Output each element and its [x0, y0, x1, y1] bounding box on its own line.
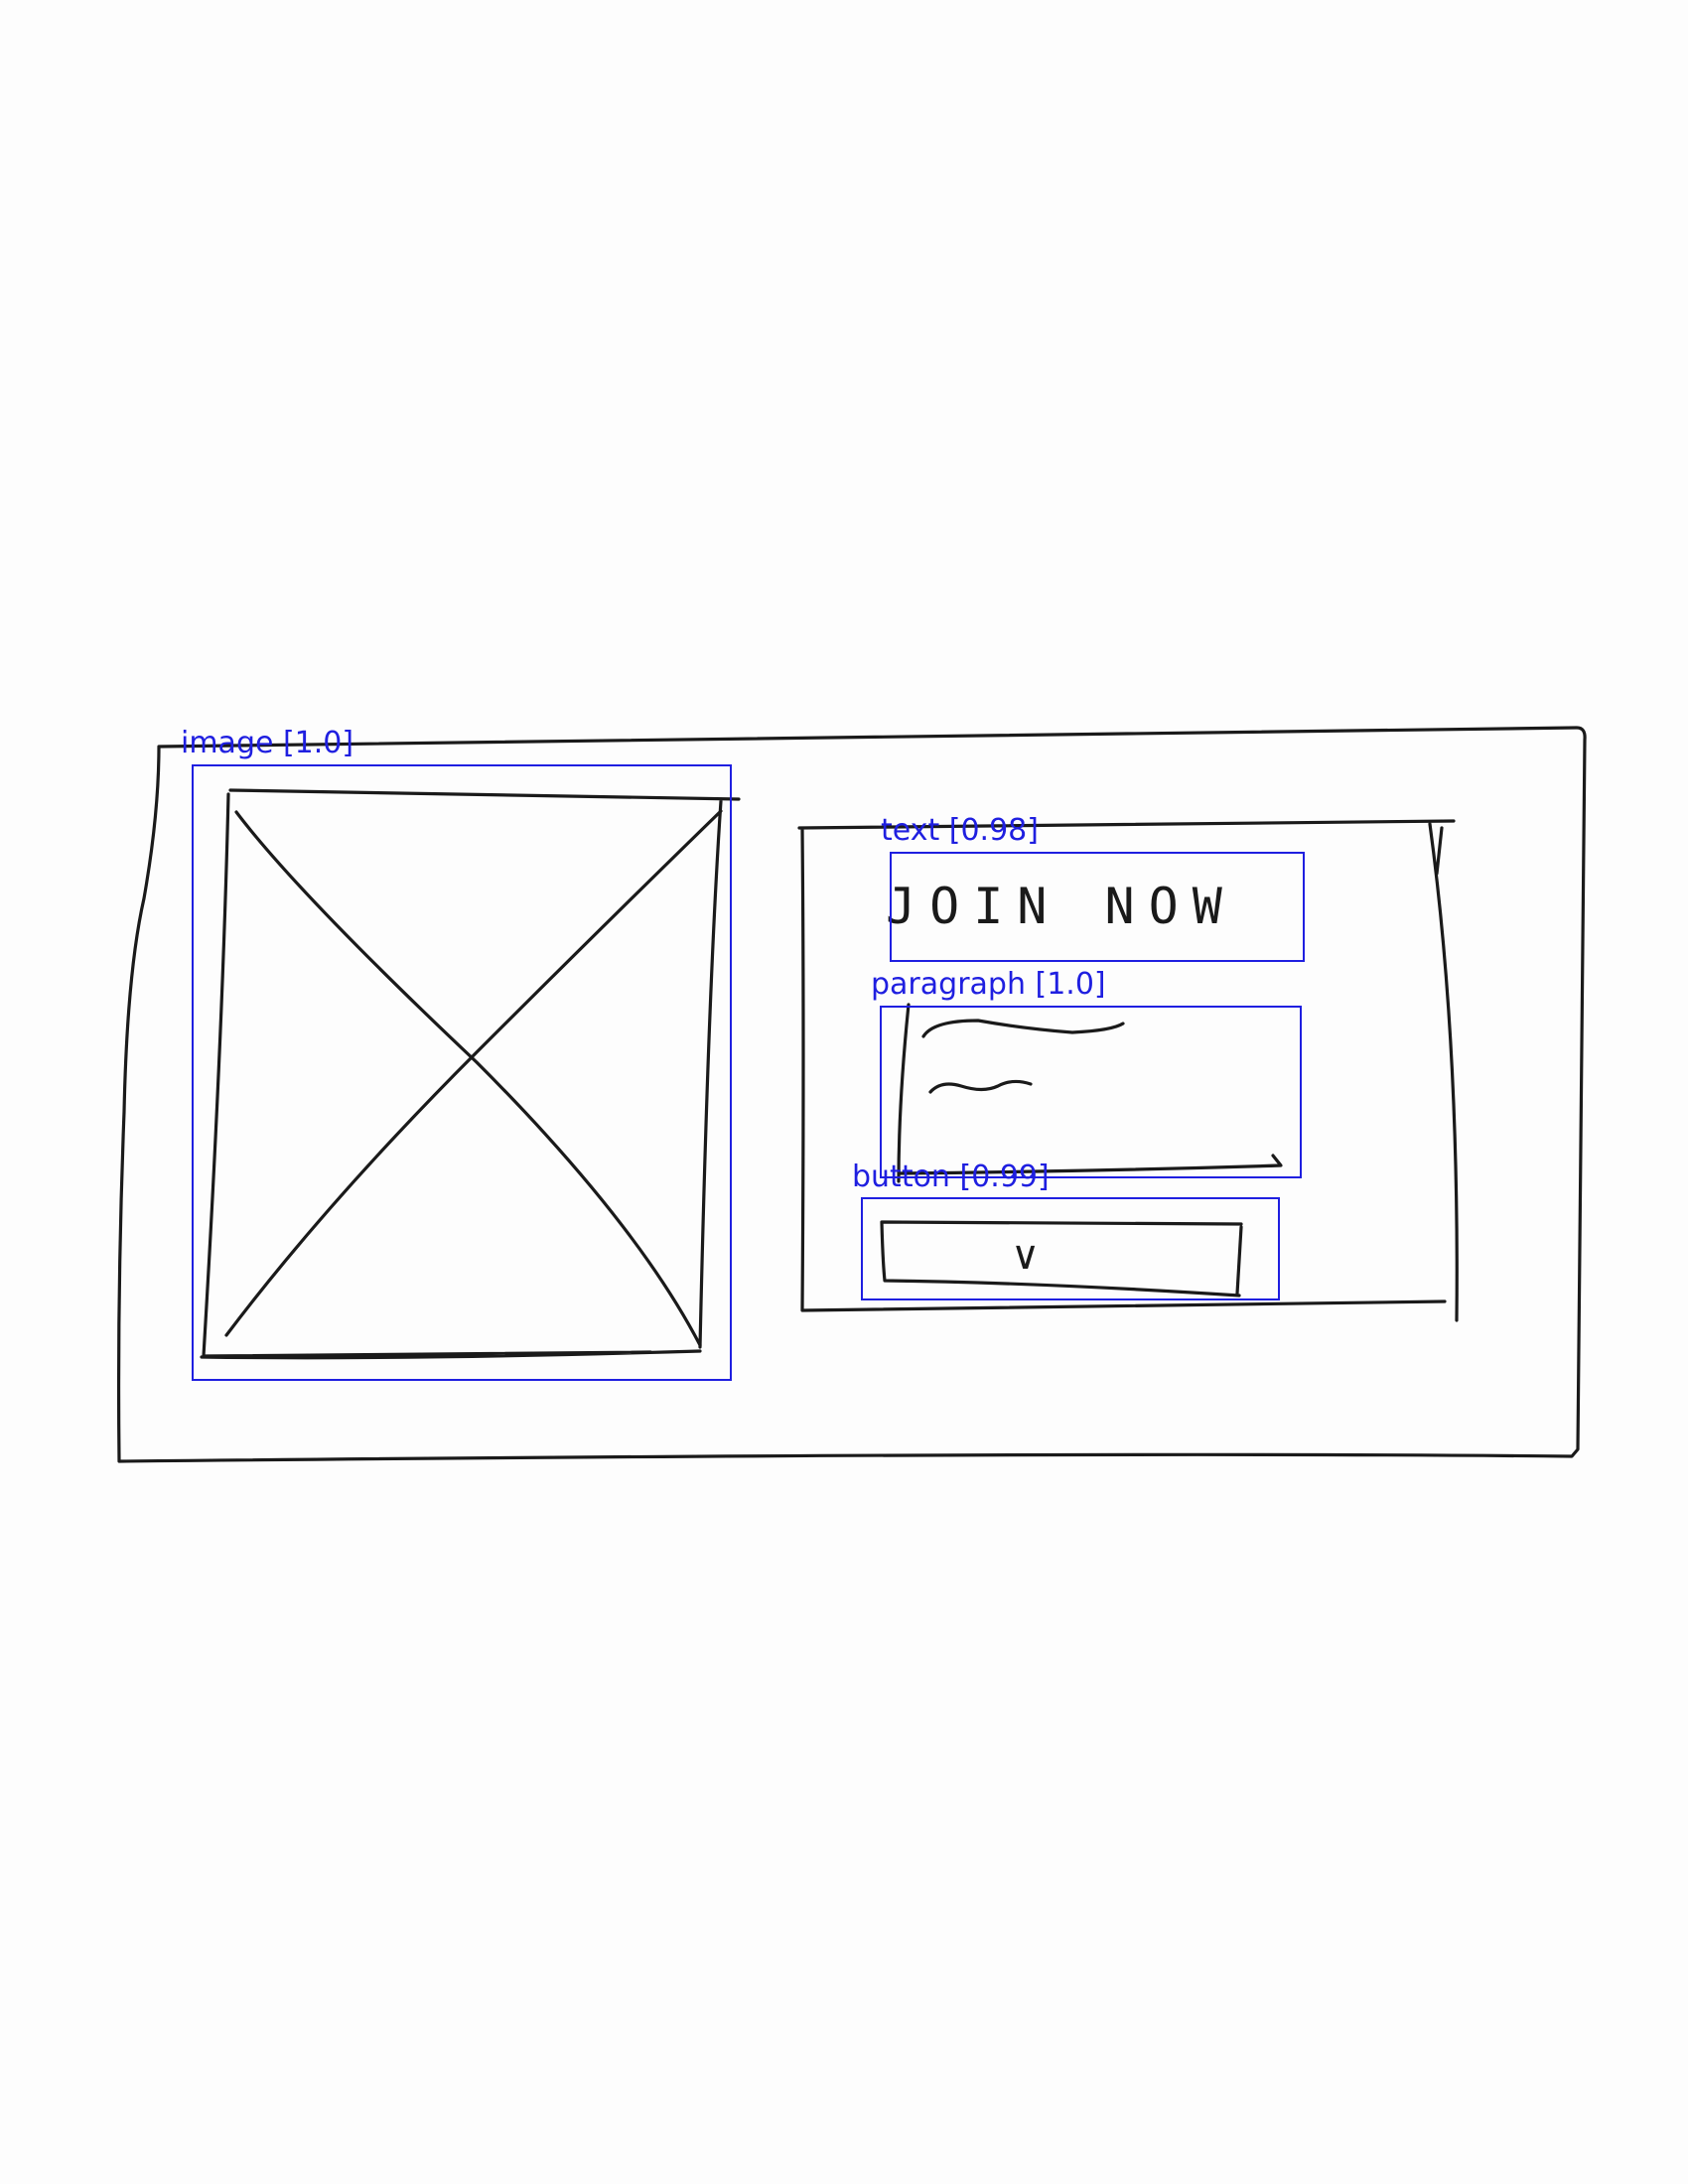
detection-box-button [861, 1197, 1280, 1300]
detection-box-paragraph [880, 1006, 1302, 1178]
detection-label-paragraph: paragraph [1.0] [871, 967, 1106, 1002]
detection-label-button: button [0.99] [852, 1160, 1050, 1194]
detection-box-image [192, 764, 732, 1381]
detection-label-text: text [0.98] [881, 813, 1039, 848]
detection-box-text [890, 852, 1305, 962]
detection-label-image: image [1.0] [181, 726, 354, 760]
